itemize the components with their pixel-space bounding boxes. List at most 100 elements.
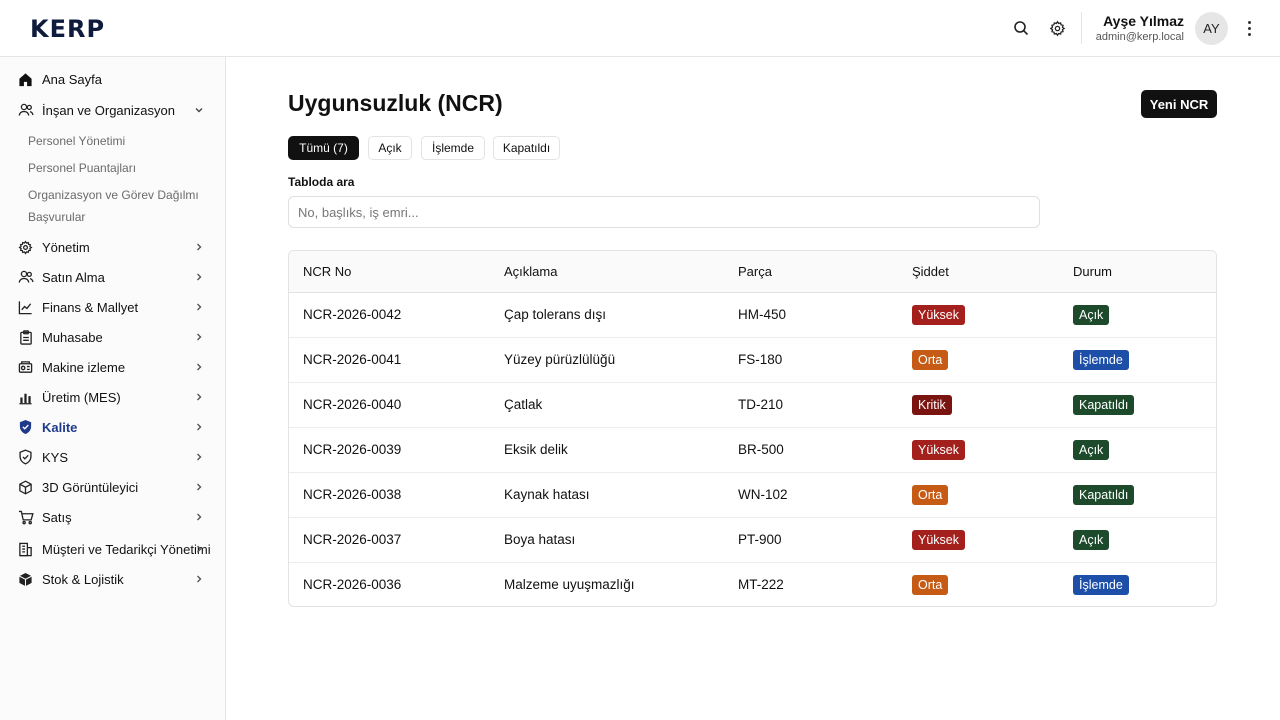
ncr-table: NCR No Açıklama Parça Şiddet Durum NCR-2… [288,250,1217,607]
sidebar-item-label: Satış [42,509,72,525]
sidebar-item-ana-sayfa[interactable]: Ana Sayfa [0,65,225,93]
machine-icon [17,359,34,376]
sidebar-item-satin-alma[interactable]: Satın Alma [0,263,225,291]
column-header-ncr-no[interactable]: NCR No [289,251,490,293]
table-row[interactable]: NCR-2026-0041 Yüzey pürüzlülüğü FS-180 O… [289,337,1216,383]
cube-icon [17,479,34,496]
sidebar-item-insan-organizasyon[interactable]: İnşan ve Organizasyon [0,96,225,124]
sidebar-item-makine-izleme[interactable]: Makine izleme [0,353,225,381]
chart-line-icon [17,299,34,316]
column-header-parca[interactable]: Parça [724,251,898,293]
sidebar-item-label: Üretim (MES) [42,389,121,405]
severity-cell: Kritik [898,382,1059,428]
sidebar-item-label: Yönetim [42,239,90,255]
more-vertical-icon[interactable] [1240,17,1258,39]
chevron-right-icon [193,271,205,283]
sidebar-subitem-basvurular[interactable]: Başvurular [28,210,85,224]
sidebar-item-label: Müşteri ve Tedarikçi Yönetimi [42,541,211,557]
sidebar-item-3d-goruntuleyici[interactable]: 3D Görüntüleyici [0,473,225,501]
status-badge: Açık [1073,439,1110,460]
chevron-right-icon [193,361,205,373]
tab-closed[interactable]: Kapatıldı [493,136,560,160]
sidebar-item-yonetim[interactable]: Yönetim [0,233,225,261]
sidebar: Ana Sayfa İnşan ve Organizasyon Personel… [0,57,226,720]
sidebar-item-musteri-tedarikci[interactable]: Müşteri ve Tedarikçi Yönetimi [0,535,225,563]
severity-cell: Yüksek [898,427,1059,473]
tab-all[interactable]: Tümü (7) [288,136,359,160]
severity-badge: Yüksek [912,529,965,550]
sidebar-item-label: Makine izleme [42,359,126,375]
description-cell: Malzeme uyuşmazlığı [504,577,635,593]
status-badge: İşlemde [1073,349,1129,370]
severity-cell: Orta [898,337,1059,383]
sidebar-item-kys[interactable]: KYS [0,443,225,471]
status-cell: Açık [1059,427,1216,473]
ncr-no-cell: NCR-2026-0036 [303,577,402,593]
description-cell: Çap tolerans dışı [490,292,724,338]
chevron-right-icon [193,241,205,253]
table-row[interactable]: NCR-2026-0042 Çap tolerans dışı HM-450 Y… [289,292,1216,338]
severity-badge: Orta [912,574,949,595]
sidebar-subitem-organizasyon-gorev[interactable]: Organizasyon ve Görev Dağılmı [28,188,199,202]
gear-icon [17,239,34,256]
avatar[interactable]: AY [1195,12,1228,45]
cart-icon [17,509,34,526]
chevron-right-icon [193,511,205,523]
tab-open[interactable]: Açık [368,136,412,160]
table-search-input[interactable] [288,196,1040,228]
sidebar-item-label: 3D Görüntüleyici [42,479,139,495]
status-badge: Kapatıldı [1073,484,1135,505]
column-header-aciklama[interactable]: Açıklama [490,251,724,293]
home-icon [17,71,34,88]
sidebar-item-label: Stok & Lojistik [42,571,124,587]
table-row[interactable]: NCR-2026-0039 Eksik delik BR-500 Yüksek … [289,427,1216,473]
sidebar-item-label: Muhasabe [42,329,103,345]
status-badge: İşlemde [1073,574,1129,595]
clipboard-icon [17,329,34,346]
sidebar-item-label: İnşan ve Organizasyon [42,102,175,118]
table-row[interactable]: NCR-2026-0038 Kaynak hatası WN-102 Orta … [289,472,1216,518]
sidebar-item-satis[interactable]: Satış [0,503,225,531]
sidebar-item-finans-maliyet[interactable]: Finans & Mallyet [0,293,225,321]
part-cell: PT-900 [724,517,898,563]
severity-badge: Yüksek [912,304,965,325]
status-badge: Açık [1073,304,1110,325]
table-row[interactable]: NCR-2026-0036 Malzeme uyuşmazlığı MT-222… [289,562,1216,606]
part-cell: TD-210 [724,382,898,428]
users-icon [17,102,34,119]
sidebar-subitem-personel-puantajlari[interactable]: Personel Puantajları [28,161,136,175]
app-logo[interactable]: KERP [30,15,105,43]
table-row[interactable]: NCR-2026-0040 Çatlak TD-210 Kritik Kapat… [289,382,1216,428]
column-header-siddet[interactable]: Şiddet [898,251,1059,293]
building-icon [17,541,34,558]
sidebar-item-kalite[interactable]: Kalite [0,413,225,441]
box-icon [17,571,34,588]
severity-cell: Orta [898,562,1059,606]
severity-cell: Orta [898,472,1059,518]
sidebar-item-muhasabe[interactable]: Muhasabe [0,323,225,351]
part-cell: HM-450 [724,292,898,338]
chevron-right-icon [193,301,205,313]
status-cell: Açık [1059,292,1216,338]
part-cell: WN-102 [724,472,898,518]
search-icon[interactable] [1010,17,1032,39]
tab-in-progress[interactable]: İşlemde [421,136,485,160]
part-cell: BR-500 [724,427,898,473]
sidebar-item-uretim-mes[interactable]: Üretim (MES) [0,383,225,411]
chevron-right-icon [193,331,205,343]
ncr-no-cell: NCR-2026-0040 [289,382,490,428]
table-header-row: NCR No Açıklama Parça Şiddet Durum [289,251,1216,293]
sidebar-item-stok-lojistik[interactable]: Stok & Lojistik [0,565,225,593]
column-header-durum[interactable]: Durum [1059,251,1216,293]
severity-badge: Orta [912,349,949,370]
severity-badge: Yüksek [912,439,965,460]
sidebar-item-label: Finans & Mallyet [42,299,139,315]
user-name: Ayşe Yılmaz [1103,13,1184,29]
ncr-no-cell: NCR-2026-0037 [289,517,490,563]
new-ncr-button[interactable]: Yeni NCR [1141,90,1217,118]
gear-icon[interactable] [1046,17,1068,39]
table-row[interactable]: NCR-2026-0037 Boya hatası PT-900 Yüksek … [289,517,1216,563]
status-cell: İşlemde [1059,562,1216,606]
sidebar-subitem-personel-yonetimi[interactable]: Personel Yönetimi [28,134,125,148]
status-cell: Kapatıldı [1059,472,1216,518]
